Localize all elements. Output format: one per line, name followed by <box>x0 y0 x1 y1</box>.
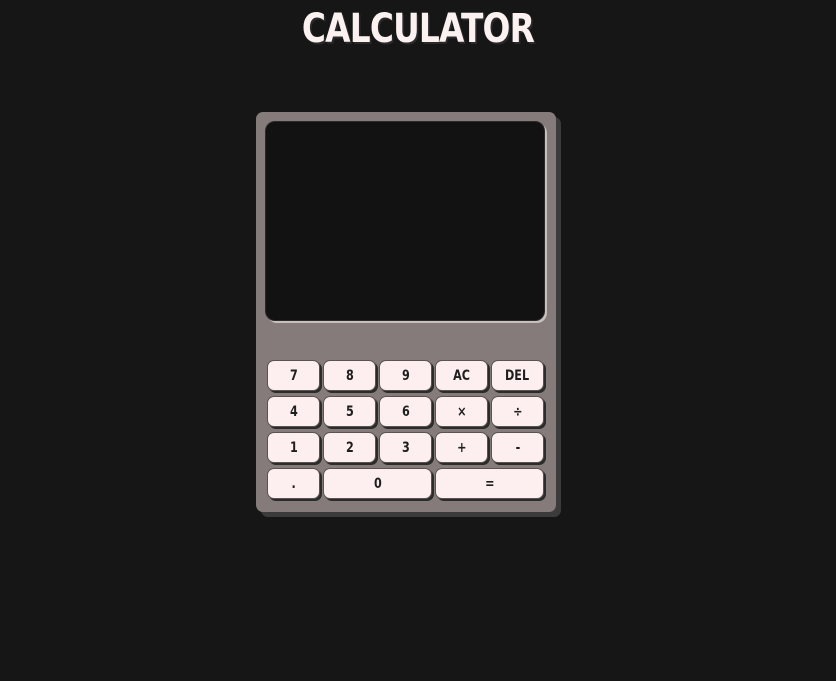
calculator-body: 7 8 9 AC DEL 4 5 6 × ÷ 1 2 3 + - . 0 = <box>256 112 556 512</box>
calculator-display <box>265 121 545 321</box>
key-2-label: 2 <box>345 439 354 456</box>
subtract-label: - <box>515 439 520 456</box>
key-3-label: 3 <box>401 439 410 456</box>
divide-button[interactable]: ÷ <box>491 396 544 427</box>
subtract-button[interactable]: - <box>491 432 544 463</box>
key-1-label: 1 <box>289 439 298 456</box>
key-9-label: 9 <box>401 367 410 384</box>
multiply-button[interactable]: × <box>435 396 488 427</box>
key-7-label: 7 <box>289 367 298 384</box>
delete-button[interactable]: DEL <box>491 360 544 391</box>
decimal-button[interactable]: . <box>267 468 320 499</box>
key-9[interactable]: 9 <box>379 360 432 391</box>
key-0[interactable]: 0 <box>323 468 432 499</box>
key-2[interactable]: 2 <box>323 432 376 463</box>
key-0-label: 0 <box>373 475 382 492</box>
key-8[interactable]: 8 <box>323 360 376 391</box>
multiply-label: × <box>456 403 467 420</box>
app-title: CALCULATOR <box>301 6 535 52</box>
key-3[interactable]: 3 <box>379 432 432 463</box>
key-8-label: 8 <box>345 367 354 384</box>
key-5[interactable]: 5 <box>323 396 376 427</box>
key-7[interactable]: 7 <box>267 360 320 391</box>
key-4-label: 4 <box>289 403 298 420</box>
all-clear-button[interactable]: AC <box>435 360 488 391</box>
key-4[interactable]: 4 <box>267 396 320 427</box>
equals-button[interactable]: = <box>435 468 544 499</box>
divide-label: ÷ <box>512 403 523 420</box>
key-5-label: 5 <box>345 403 354 420</box>
all-clear-label: AC <box>453 367 470 384</box>
equals-label: = <box>484 475 495 492</box>
keypad: 7 8 9 AC DEL 4 5 6 × ÷ 1 2 3 + - . 0 = <box>267 360 545 502</box>
key-1[interactable]: 1 <box>267 432 320 463</box>
delete-label: DEL <box>505 367 530 384</box>
decimal-label: . <box>291 475 296 492</box>
add-label: + <box>456 439 467 456</box>
key-6-label: 6 <box>401 403 410 420</box>
key-6[interactable]: 6 <box>379 396 432 427</box>
add-button[interactable]: + <box>435 432 488 463</box>
